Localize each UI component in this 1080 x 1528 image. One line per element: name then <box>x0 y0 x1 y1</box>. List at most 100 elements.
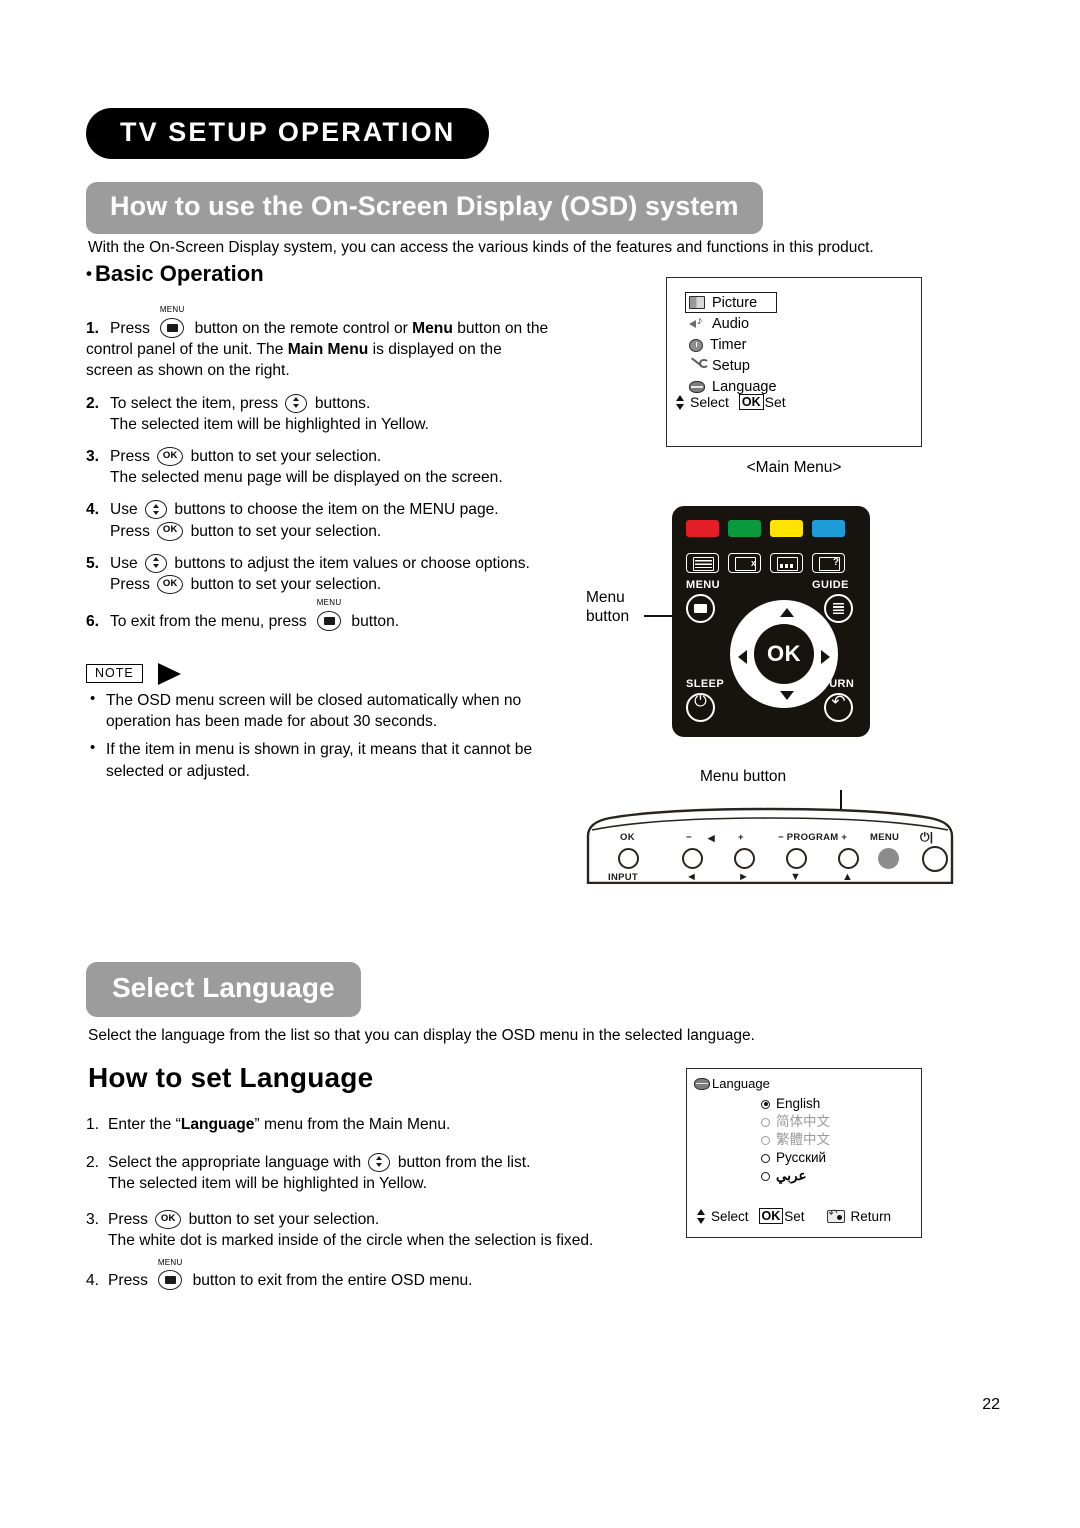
remote-guide-button[interactable] <box>824 594 853 623</box>
how-to-set-language-heading: How to set Language <box>88 1062 374 1093</box>
teletext-index-button[interactable] <box>686 553 719 573</box>
panel-input-label: INPUT <box>608 872 638 883</box>
main-menu-item-timer[interactable]: Timer <box>689 336 777 356</box>
step-post: button from the list. <box>397 1153 531 1171</box>
language-option-list: English 简体中文 繁體中文 Русский عربي <box>761 1095 830 1185</box>
basic-operation-heading: • Basic Operation <box>86 261 264 287</box>
note-arrow-icon <box>158 663 181 685</box>
radio-icon <box>761 1117 770 1127</box>
panel-program-up-button[interactable] <box>838 848 859 869</box>
step-pre: Use <box>110 501 138 519</box>
step-continuation: The selected item will be highlighted in… <box>108 1175 428 1193</box>
step-bold-a: Menu <box>412 320 453 337</box>
step-4: 4. Use buttons to choose the item on the… <box>86 499 586 541</box>
teletext-reveal-button[interactable]: ? <box>812 553 845 573</box>
panel-volume-plus-label: + <box>738 832 744 843</box>
language-option-arabic[interactable]: عربي <box>761 1167 830 1185</box>
step-post: button to exit from the entire OSD menu. <box>192 1271 473 1289</box>
step-post: buttons to choose the item on the MENU p… <box>174 501 499 519</box>
panel-ok-input-button[interactable] <box>618 848 639 869</box>
step-text-b: button on the <box>452 320 549 337</box>
ok-badge: OK <box>738 394 764 410</box>
callout-line2: button <box>586 608 630 626</box>
step-2: 2. To select the item, press buttons. Th… <box>86 393 586 435</box>
ok-key-icon: OK <box>157 575 184 595</box>
teletext-cancel-button[interactable]: x <box>728 553 761 573</box>
yellow-button[interactable] <box>770 520 803 537</box>
step-text: Use buttons to adjust the item values or… <box>110 553 530 573</box>
main-menu-item-label: Timer <box>710 337 747 354</box>
step-text-a: button on the remote control or <box>194 320 413 337</box>
step-number: 3. <box>86 1210 100 1228</box>
main-menu-caption: <Main Menu> <box>746 459 842 476</box>
dpad-right-icon[interactable] <box>821 650 830 664</box>
remote-menu-button[interactable] <box>686 594 715 623</box>
hint-set-label: Set <box>784 1208 805 1224</box>
control-panel-controls: OK − ◂ + − PROGRAM + MENU ⏻| INPUT ◄ ► ▼… <box>582 806 958 884</box>
language-option-russian[interactable]: Русский <box>761 1149 830 1167</box>
audio-icon <box>689 315 705 331</box>
control-panel-illustration: OK − ◂ + − PROGRAM + MENU ⏻| INPUT ◄ ► ▼… <box>582 806 958 884</box>
panel-power-label: ⏻| <box>920 830 934 844</box>
remote-sleep-button[interactable] <box>686 693 715 722</box>
remote-menu-callout: Menu button <box>586 588 629 627</box>
step-text-a: Enter the “ <box>108 1116 181 1133</box>
dpad-up-icon[interactable] <box>780 608 794 617</box>
panel-volume-up-button[interactable] <box>734 848 755 869</box>
panel-program-label: − PROGRAM + <box>778 832 848 843</box>
blue-button[interactable] <box>812 520 845 537</box>
dpad-left-icon[interactable] <box>738 650 747 664</box>
main-menu-item-audio[interactable]: Audio <box>689 315 777 335</box>
step-continuation: The selected menu page will be displayed… <box>110 469 503 487</box>
panel-program-down-button[interactable] <box>786 848 807 869</box>
language-osd-title-label: Language <box>712 1076 770 1091</box>
panel-arrow-down-label: ▼ <box>790 871 802 883</box>
step-pre: To exit from the menu, press <box>110 613 307 631</box>
step-number: 2. <box>86 1153 100 1171</box>
panel-power-button[interactable] <box>922 846 948 872</box>
language-steps: 1. Enter the “Language” menu from the Ma… <box>86 1114 646 1302</box>
dpad-down-icon[interactable] <box>780 691 794 700</box>
main-menu-item-label: Language <box>712 379 777 396</box>
language-option-traditional-chinese[interactable]: 繁體中文 <box>761 1131 830 1149</box>
main-menu-item-setup[interactable]: Setup <box>689 357 777 377</box>
step-number: 5. <box>86 554 100 572</box>
green-button[interactable] <box>728 520 761 537</box>
subtitle-button[interactable] <box>770 553 803 573</box>
step-line2-b: is displayed on the <box>368 341 502 359</box>
callout-line1: Menu <box>586 589 625 606</box>
hint-set-label: Set <box>764 394 786 410</box>
panel-arrow-left-label: ◄ <box>686 871 698 883</box>
step-cont-pre: Press <box>110 522 150 540</box>
ok-key-icon: OK <box>157 447 184 467</box>
step-number: 6. <box>86 613 100 631</box>
step-post: button to set your selection. <box>190 448 382 466</box>
panel-menu-button[interactable] <box>878 848 899 869</box>
step-number: 1. <box>86 320 100 337</box>
step-cont-post: button to set your selection. <box>190 576 382 594</box>
step-text: Enter the “Language” menu from the Main … <box>108 1116 450 1133</box>
menu-key-icon: MENU <box>157 305 187 338</box>
remote-dpad[interactable]: OK <box>730 600 838 708</box>
language-icon <box>694 1077 710 1090</box>
step-pre: To select the item, press <box>110 394 279 412</box>
panel-arrow-up-label: ▲ <box>842 871 854 883</box>
language-option-simplified-chinese[interactable]: 简体中文 <box>761 1113 830 1131</box>
step-cont-pre: Press <box>110 576 150 594</box>
step-text: Press OK button to set your selection. <box>110 447 382 467</box>
step-text-b: ” menu from the Main Menu. <box>254 1116 451 1133</box>
menu-key-icon: MENU <box>155 1258 185 1290</box>
remote-ok-button[interactable]: OK <box>754 624 814 684</box>
updown-key-icon <box>368 1152 391 1172</box>
timer-icon <box>689 338 703 352</box>
color-buttons-row <box>686 520 845 537</box>
hint-select-label: Select <box>690 394 729 410</box>
step-pre: Press <box>108 1271 148 1289</box>
step-text: Press OK button to set your selection. <box>108 1209 379 1229</box>
step-text: Press MENU button to exit from the entir… <box>108 1258 473 1290</box>
red-button[interactable] <box>686 520 719 537</box>
language-option-english[interactable]: English <box>761 1095 830 1113</box>
panel-volume-down-button[interactable] <box>682 848 703 869</box>
remote-return-button[interactable] <box>824 692 853 722</box>
main-menu-item-picture[interactable]: Picture <box>685 292 777 313</box>
